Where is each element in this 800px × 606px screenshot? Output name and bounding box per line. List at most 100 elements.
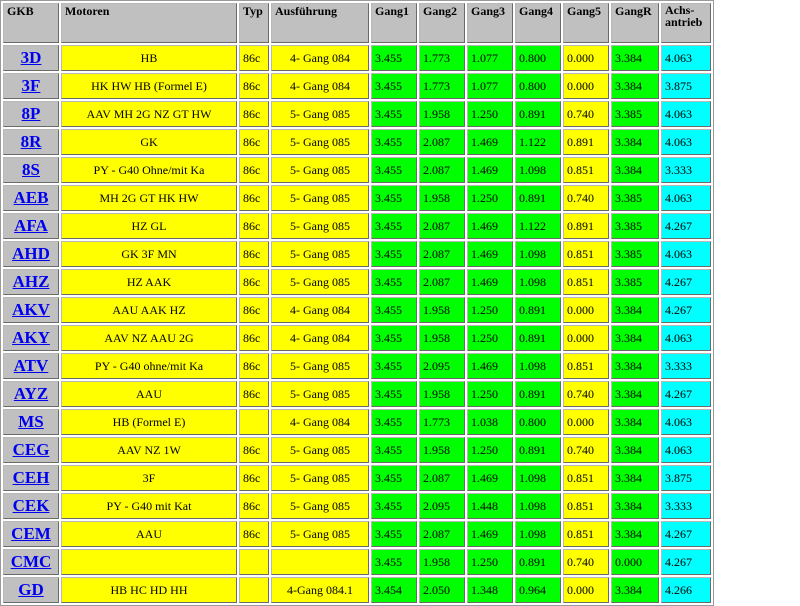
cell-gang1: 3.454 (371, 577, 417, 603)
cell-achsantrieb: 4.063 (661, 325, 711, 351)
cell-gang2: 2.050 (419, 577, 465, 603)
header-motoren: Motoren (61, 3, 237, 43)
page: GKB Motoren Typ Ausführung Gang1 Gang2 G… (0, 0, 714, 606)
cell-gang3: 1.038 (467, 409, 513, 435)
cell-typ: 86c (239, 465, 269, 491)
gkb-link[interactable]: CEK (13, 496, 50, 515)
gkb-link[interactable]: ATV (14, 356, 49, 375)
table-row: MS HB (Formel E) 4- Gang 084 3.455 1.773 1.03… (3, 409, 711, 435)
cell-achsantrieb: 4.267 (661, 269, 711, 295)
cell-gang4: 0.891 (515, 381, 561, 407)
gkb-link[interactable]: AKY (12, 328, 50, 347)
gkb-link[interactable]: CEM (11, 524, 51, 543)
cell-typ: 86c (239, 241, 269, 267)
cell-gang4: 0.891 (515, 297, 561, 323)
cell-typ: 86c (239, 325, 269, 351)
cell-gangr: 3.384 (611, 325, 659, 351)
cell-gang5: 0.740 (563, 437, 609, 463)
cell-ausfuehrung: 4- Gang 084 (271, 73, 369, 99)
cell-typ: 86c (239, 353, 269, 379)
header-achsantrieb: Achs-antrieb (661, 3, 711, 43)
header-gang2: Gang2 (419, 3, 465, 43)
cell-gang3: 1.250 (467, 437, 513, 463)
cell-typ: 86c (239, 213, 269, 239)
cell-gang1: 3.455 (371, 73, 417, 99)
gkb-link[interactable]: AYZ (14, 384, 48, 403)
table-row: CEH 3F 86c 5- Gang 085 3.455 2.087 1.469 1.098 0… (3, 465, 711, 491)
gearbox-table: GKB Motoren Typ Ausführung Gang1 Gang2 G… (0, 0, 714, 606)
cell-gangr: 3.384 (611, 73, 659, 99)
cell-gangr: 3.384 (611, 493, 659, 519)
cell-gang5: 0.000 (563, 297, 609, 323)
table-row: AEB MH 2G GT HK HW 86c 5- Gang 085 3.455 1.95… (3, 185, 711, 211)
cell-gang3: 1.250 (467, 101, 513, 127)
gkb-link[interactable]: AKV (12, 300, 50, 319)
cell-motoren: AAU (61, 381, 237, 407)
gkb-link[interactable]: 8R (21, 132, 42, 151)
cell-ausfuehrung: 5- Gang 085 (271, 185, 369, 211)
cell-gangr: 3.384 (611, 465, 659, 491)
cell-gangr: 3.384 (611, 297, 659, 323)
table-row: CEM AAU 86c 5- Gang 085 3.455 2.087 1.469 1.098… (3, 521, 711, 547)
gkb-link[interactable]: CEG (13, 440, 50, 459)
table-row: CMC 3.455 1.958 1.250 0.891 0.740 0.000 4.267 (3, 549, 711, 575)
cell-typ: 86c (239, 73, 269, 99)
cell-gang2: 2.087 (419, 157, 465, 183)
cell-ausfuehrung: 5- Gang 085 (271, 157, 369, 183)
table-row: 8S PY - G40 Ohne/mit Ka 86c 5- Gang 085 3.45… (3, 157, 711, 183)
table-row: 8R GK 86c 5- Gang 085 3.455 2.087 1.469 1.122 0.… (3, 129, 711, 155)
gkb-link[interactable]: CEH (13, 468, 50, 487)
header-achsantrieb-label: Achs-antrieb (665, 3, 703, 29)
cell-ausfuehrung: 5- Gang 085 (271, 213, 369, 239)
cell-gang1: 3.455 (371, 437, 417, 463)
cell-gang5: 0.000 (563, 45, 609, 71)
cell-ausfuehrung (271, 549, 369, 575)
gkb-link[interactable]: 8P (22, 104, 41, 123)
cell-gang5: 0.740 (563, 549, 609, 575)
cell-achsantrieb: 3.875 (661, 73, 711, 99)
cell-gang2: 2.095 (419, 493, 465, 519)
gkb-link[interactable]: MS (18, 412, 44, 431)
gkb-link[interactable]: 8S (22, 160, 40, 179)
cell-achsantrieb: 4.063 (661, 129, 711, 155)
cell-achsantrieb: 4.063 (661, 437, 711, 463)
cell-gang4: 1.098 (515, 269, 561, 295)
cell-typ (239, 549, 269, 575)
gkb-link[interactable]: AEB (14, 188, 49, 207)
cell-gang1: 3.455 (371, 129, 417, 155)
cell-gang1: 3.455 (371, 493, 417, 519)
cell-gang4: 0.800 (515, 45, 561, 71)
cell-gang1: 3.455 (371, 465, 417, 491)
gkb-link[interactable]: CMC (11, 552, 52, 571)
cell-gang2: 1.958 (419, 381, 465, 407)
cell-gang2: 2.087 (419, 521, 465, 547)
gkb-link[interactable]: AFA (14, 216, 48, 235)
table-row: AHZ HZ AAK 86c 5- Gang 085 3.455 2.087 1.469 1.… (3, 269, 711, 295)
table-row: 8P AAV MH 2G NZ GT HW 86c 5- Gang 085 3.455 1… (3, 101, 711, 127)
cell-motoren: AAU AAK HZ (61, 297, 237, 323)
gkb-link[interactable]: 3D (21, 48, 42, 67)
cell-gang3: 1.250 (467, 325, 513, 351)
cell-typ: 86c (239, 157, 269, 183)
cell-gkb: CEG (3, 437, 59, 463)
cell-ausfuehrung: 4- Gang 084 (271, 297, 369, 323)
cell-gang3: 1.250 (467, 185, 513, 211)
cell-ausfuehrung: 5- Gang 085 (271, 129, 369, 155)
cell-gang3: 1.250 (467, 297, 513, 323)
cell-achsantrieb: 4.063 (661, 185, 711, 211)
cell-gang5: 0.891 (563, 213, 609, 239)
cell-gang1: 3.455 (371, 549, 417, 575)
cell-motoren: PY - G40 mit Kat (61, 493, 237, 519)
gkb-link[interactable]: GD (18, 580, 44, 599)
cell-gang4: 0.891 (515, 325, 561, 351)
cell-gang4: 0.891 (515, 101, 561, 127)
gkb-link[interactable]: AHD (12, 244, 50, 263)
cell-gang3: 1.469 (467, 157, 513, 183)
gkb-link[interactable]: 3F (22, 76, 41, 95)
header-gangr: GangR (611, 3, 659, 43)
header-row: GKB Motoren Typ Ausführung Gang1 Gang2 G… (3, 3, 711, 43)
cell-gang5: 0.851 (563, 521, 609, 547)
gkb-link[interactable]: AHZ (13, 272, 50, 291)
cell-typ: 86c (239, 297, 269, 323)
cell-gkb: CEH (3, 465, 59, 491)
